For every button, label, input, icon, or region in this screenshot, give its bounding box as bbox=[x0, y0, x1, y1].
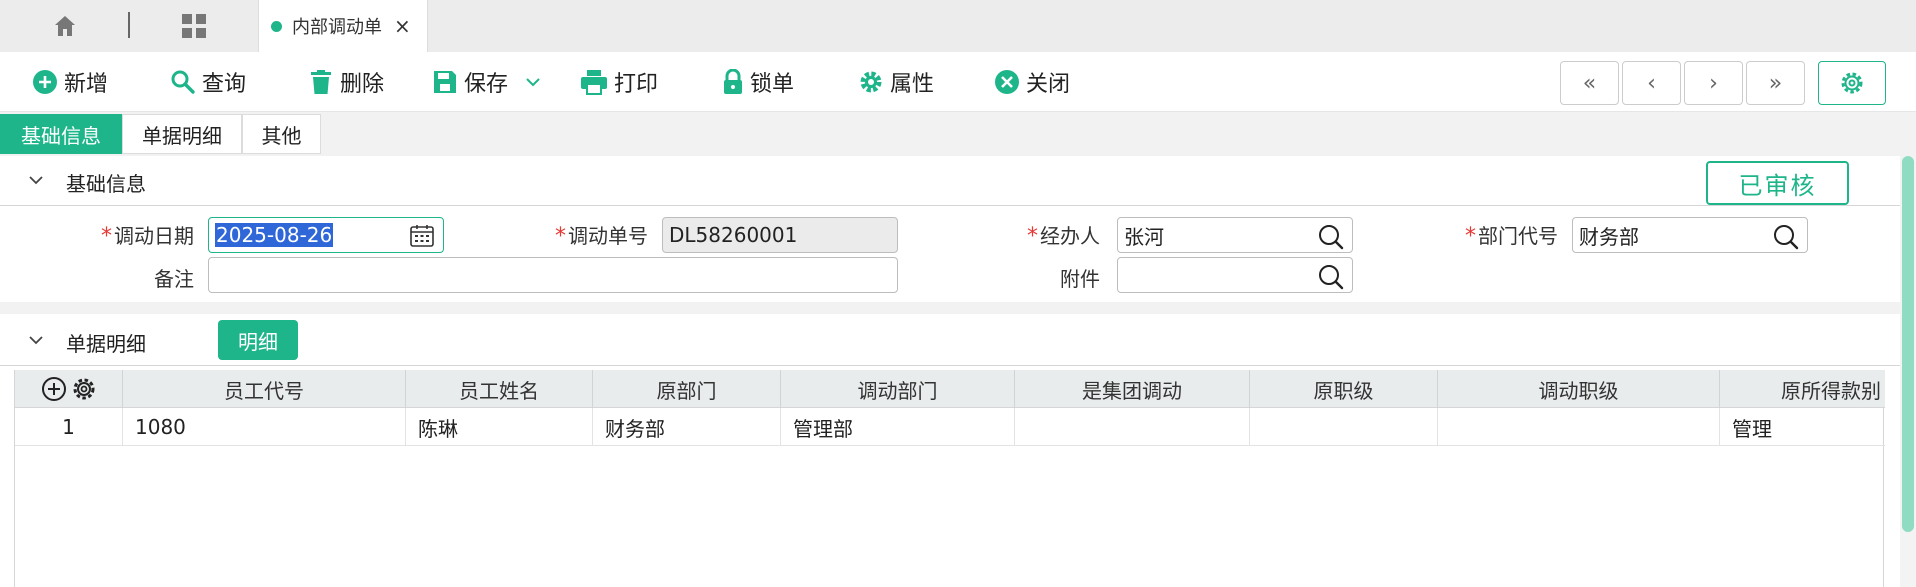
row-index: 1 bbox=[15, 408, 123, 446]
required-mark: * bbox=[101, 224, 112, 249]
dept-code-label: * 部门代号 bbox=[1465, 224, 1558, 249]
remark-field[interactable] bbox=[208, 257, 898, 293]
table-cell[interactable] bbox=[1438, 408, 1720, 446]
search-icon bbox=[171, 70, 195, 94]
app-grid-icon[interactable] bbox=[172, 9, 216, 43]
toolbar: 新增 查询 删除 保存 打印 锁单 属性 关闭 « ‹ › » bbox=[0, 52, 1916, 112]
floppy-disk-icon bbox=[434, 71, 456, 93]
section-title: 单据明细 bbox=[66, 332, 146, 356]
table-cell[interactable]: 1080 bbox=[123, 408, 406, 446]
table-row[interactable]: 1 1080 陈琳 财务部 管理部 管理 bbox=[15, 408, 1885, 446]
top-tab-bar: 内部调动单 × bbox=[0, 0, 1916, 52]
column-header[interactable]: 原部门 bbox=[593, 370, 781, 408]
detail-table: 员工代号 员工姓名 原部门 调动部门 是集团调动 原职级 调动职级 原所得款别 … bbox=[14, 370, 1885, 587]
query-button[interactable]: 查询 bbox=[170, 64, 246, 100]
gear-icon bbox=[860, 71, 882, 93]
tab-label: 内部调动单 bbox=[292, 17, 382, 38]
dept-code-value: 财务部 bbox=[1579, 224, 1639, 249]
section-title: 基础信息 bbox=[66, 172, 146, 196]
search-icon[interactable] bbox=[1318, 264, 1344, 290]
date-value: 2025-08-26 bbox=[215, 223, 334, 247]
tab-other[interactable]: 其他 bbox=[242, 114, 321, 154]
add-row-icon[interactable] bbox=[41, 376, 67, 402]
column-header[interactable]: 是集团调动 bbox=[1015, 370, 1250, 408]
first-record-button[interactable]: « bbox=[1560, 61, 1619, 105]
tab-internal-transfer[interactable]: 内部调动单 × bbox=[258, 0, 428, 52]
attachment-field[interactable] bbox=[1117, 257, 1353, 293]
next-record-button[interactable]: › bbox=[1684, 61, 1743, 105]
table-cell[interactable]: 财务部 bbox=[593, 408, 781, 446]
query-label: 查询 bbox=[202, 72, 247, 97]
tab-basic-info[interactable]: 基础信息 bbox=[0, 114, 122, 154]
close-label: 关闭 bbox=[1026, 72, 1071, 97]
home-icon[interactable] bbox=[40, 9, 90, 43]
settings-gear-icon bbox=[1841, 72, 1863, 94]
handler-field[interactable]: 张河 bbox=[1117, 217, 1353, 253]
column-header[interactable]: 原职级 bbox=[1250, 370, 1438, 408]
chevron-down-icon[interactable] bbox=[524, 73, 542, 91]
chevron-down-icon bbox=[29, 176, 43, 185]
delete-label: 删除 bbox=[340, 72, 385, 97]
tab-detail[interactable]: 单据明细 bbox=[122, 114, 242, 154]
table-cell[interactable]: 管理 bbox=[1720, 408, 1885, 446]
date-label: * 调动日期 bbox=[101, 224, 194, 249]
table-cell[interactable] bbox=[1250, 408, 1438, 446]
column-header[interactable]: 原所得款别 bbox=[1720, 370, 1885, 408]
prev-record-button[interactable]: ‹ bbox=[1622, 61, 1681, 105]
search-icon[interactable] bbox=[1318, 224, 1344, 250]
detail-button[interactable]: 明细 bbox=[218, 320, 298, 360]
add-button[interactable]: 新增 bbox=[32, 64, 108, 100]
lock-button[interactable]: 锁单 bbox=[722, 64, 794, 100]
lock-label: 锁单 bbox=[750, 72, 795, 97]
last-record-button[interactable]: » bbox=[1746, 61, 1805, 105]
chevron-down-icon bbox=[29, 336, 43, 345]
remark-label: 备注 bbox=[154, 267, 194, 291]
delete-button[interactable]: 删除 bbox=[308, 64, 384, 100]
column-header[interactable]: 调动职级 bbox=[1438, 370, 1720, 408]
add-label: 新增 bbox=[64, 72, 109, 97]
printer-icon bbox=[581, 70, 607, 95]
lock-icon bbox=[724, 69, 742, 94]
active-dot-icon bbox=[271, 20, 282, 32]
column-settings-icon[interactable] bbox=[71, 376, 97, 402]
attachment-label: 附件 bbox=[1060, 267, 1100, 291]
save-label: 保存 bbox=[464, 72, 509, 97]
trash-icon bbox=[311, 70, 331, 94]
vertical-scrollbar-thumb[interactable] bbox=[1902, 156, 1914, 532]
order-no-field: DL58260001 bbox=[662, 217, 898, 253]
close-tab-icon[interactable]: × bbox=[394, 14, 411, 38]
settings-button[interactable] bbox=[1818, 61, 1886, 105]
properties-label: 属性 bbox=[890, 72, 935, 97]
dept-code-field[interactable]: 财务部 bbox=[1572, 217, 1808, 253]
calendar-icon[interactable] bbox=[409, 224, 435, 248]
table-header: 员工代号 员工姓名 原部门 调动部门 是集团调动 原职级 调动职级 原所得款别 bbox=[15, 370, 1885, 408]
search-icon[interactable] bbox=[1773, 224, 1799, 250]
handler-label: * 经办人 bbox=[1027, 224, 1100, 249]
column-header[interactable]: 调动部门 bbox=[781, 370, 1015, 408]
table-cell[interactable]: 管理部 bbox=[781, 408, 1015, 446]
column-header[interactable]: 员工姓名 bbox=[406, 370, 593, 408]
transfer-date-field[interactable]: 2025-08-26 bbox=[208, 217, 444, 253]
basic-info-form: * 调动日期 2025-08-26 * 调动单号 DL58260001 * 经办人 张… bbox=[0, 206, 1900, 302]
status-badge: 已审核 bbox=[1706, 161, 1849, 205]
properties-button[interactable]: 属性 bbox=[858, 64, 934, 100]
basic-info-header[interactable]: 基础信息 bbox=[0, 156, 1900, 206]
column-header[interactable]: 员工代号 bbox=[123, 370, 406, 408]
section-gap bbox=[0, 302, 1900, 314]
table-cell[interactable]: 陈琳 bbox=[406, 408, 593, 446]
close-button[interactable]: 关闭 bbox=[994, 64, 1070, 100]
handler-value: 张河 bbox=[1124, 224, 1164, 249]
save-button[interactable]: 保存 bbox=[432, 64, 548, 100]
print-button[interactable]: 打印 bbox=[580, 64, 658, 100]
row-tools bbox=[15, 370, 123, 408]
order-no-label: * 调动单号 bbox=[555, 224, 648, 249]
divider bbox=[128, 12, 130, 38]
close-circle-icon bbox=[995, 70, 1019, 94]
print-label: 打印 bbox=[614, 72, 659, 97]
plus-circle-icon bbox=[33, 70, 57, 94]
table-cell[interactable] bbox=[1015, 408, 1250, 446]
section-tabs: 基础信息 单据明细 其他 bbox=[0, 112, 1916, 156]
